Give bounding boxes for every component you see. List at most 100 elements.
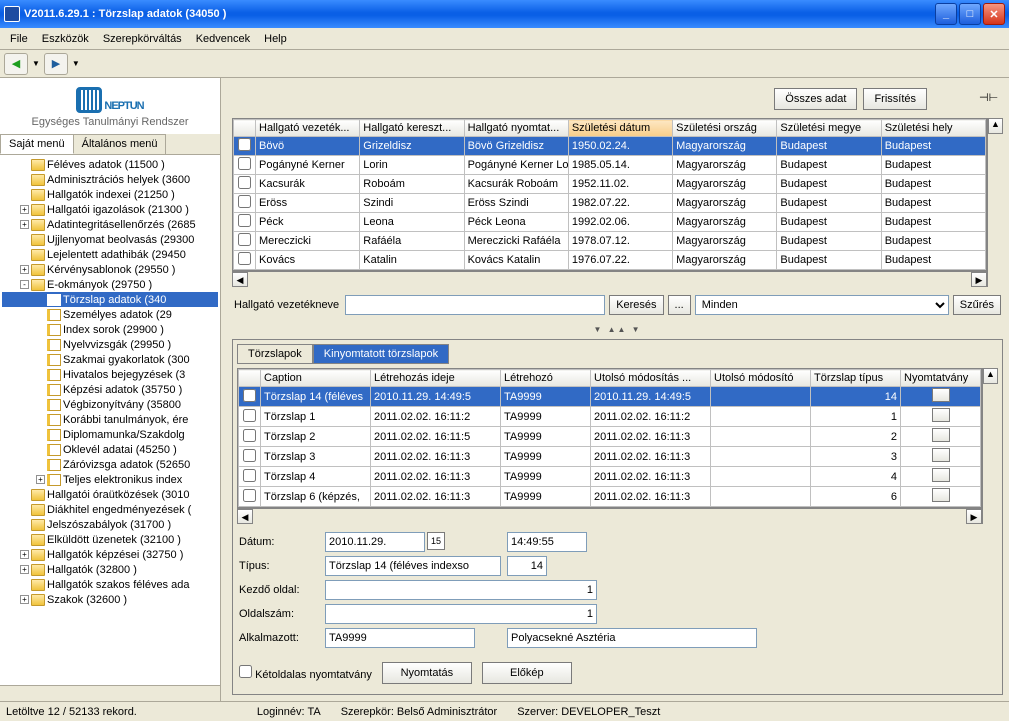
- tree-item[interactable]: Lejelentett adathibák (29450: [2, 247, 218, 262]
- table-row[interactable]: KovácsKatalinKovács Katalin1976.07.22.Ma…: [234, 251, 986, 270]
- tab-general-menu[interactable]: Általános menü: [73, 134, 167, 154]
- right-pane: Összes adat Frissítés ⊣⊢ Hallgató vezeté…: [226, 78, 1009, 701]
- left-tabs: Saját menü Általános menü: [0, 134, 220, 155]
- tree-item[interactable]: Képzési adatok (35750 ): [2, 382, 218, 397]
- sheets-grid[interactable]: CaptionLétrehozás idejeLétrehozóUtolsó m…: [237, 368, 982, 508]
- table-row[interactable]: ErössSzindiEröss Szindi1982.07.22.Magyar…: [234, 194, 986, 213]
- tree-item[interactable]: Jelszószabályok (31700 ): [2, 517, 218, 532]
- print-row: Kétoldalas nyomtatvány Nyomtatás Előkép: [237, 656, 998, 690]
- tree-item[interactable]: Index sorok (29900 ): [2, 322, 218, 337]
- date-input[interactable]: [325, 532, 425, 552]
- refresh-button[interactable]: Frissítés: [863, 88, 927, 110]
- tree-item[interactable]: Diákhitel engedményezések (: [2, 502, 218, 517]
- tree-item[interactable]: +Hallgatói igazolások (21300 ): [2, 202, 218, 217]
- tree-item[interactable]: Hallgatói óraütközések (3010: [2, 487, 218, 502]
- tab-sheets[interactable]: Törzslapok: [237, 344, 313, 364]
- tree-item[interactable]: Féléves adatok (11500 ): [2, 157, 218, 172]
- tree-item[interactable]: Diplomamunka/Szakdolg: [2, 427, 218, 442]
- table-row[interactable]: MereczickiRafáélaMereczicki Rafáéla1978.…: [234, 232, 986, 251]
- grid1-v-scrollbar[interactable]: ▲: [987, 118, 1003, 287]
- app-icon: [4, 6, 20, 22]
- employee-label: Alkalmazott:: [239, 632, 319, 644]
- maximize-button[interactable]: □: [959, 3, 981, 25]
- tree-item[interactable]: +Szakok (32600 ): [2, 592, 218, 607]
- tree-item[interactable]: +Hallgatók képzései (32750 ): [2, 547, 218, 562]
- tree-item[interactable]: Végbizonyítvány (35800: [2, 397, 218, 412]
- pin-icon[interactable]: ⊣⊢: [979, 91, 995, 107]
- menu-role[interactable]: Szerepkörváltás: [97, 31, 188, 47]
- date-label: Dátum:: [239, 536, 319, 548]
- table-row[interactable]: Pogányné KernerLorinPogányné Kerner Lo19…: [234, 156, 986, 175]
- table-row[interactable]: Törzslap 32011.02.02. 16:11:3TA99992011.…: [239, 447, 981, 467]
- tree-item[interactable]: +Kérvénysablonok (29550 ): [2, 262, 218, 277]
- back-button[interactable]: ◀: [4, 53, 28, 75]
- tree-item[interactable]: Korábbi tanulmányok, ére: [2, 412, 218, 427]
- tree-item[interactable]: Záróvizsga adatok (52650: [2, 457, 218, 472]
- search-button[interactable]: Keresés: [609, 295, 663, 315]
- table-row[interactable]: Törzslap 42011.02.02. 16:11:3TA99992011.…: [239, 467, 981, 487]
- table-row[interactable]: Törzslap 6 (képzés,2011.02.02. 16:11:3TA…: [239, 487, 981, 507]
- table-row[interactable]: Törzslap 12011.02.02. 16:11:2TA99992011.…: [239, 407, 981, 427]
- tree-view[interactable]: Féléves adatok (11500 )Adminisztrációs h…: [0, 155, 220, 685]
- calendar-button[interactable]: 15: [427, 532, 445, 550]
- forward-button[interactable]: ▶: [44, 53, 68, 75]
- table-row[interactable]: PéckLeonaPéck Leona1992.02.06.Magyarorsz…: [234, 213, 986, 232]
- status-bar: Letöltve 12 / 52133 rekord. Loginnév: TA…: [0, 701, 1009, 721]
- type-input[interactable]: [325, 556, 501, 576]
- preview-button[interactable]: Előkép: [482, 662, 572, 684]
- tree-item[interactable]: +Teljes elektronikus index: [2, 472, 218, 487]
- tree-item[interactable]: +Hallgatók (32800 ): [2, 562, 218, 577]
- tree-item[interactable]: Hallgatók szakos féléves ada: [2, 577, 218, 592]
- browse-button[interactable]: ...: [668, 295, 691, 315]
- tree-item[interactable]: Elküldött üzenetek (32100 ): [2, 532, 218, 547]
- all-data-button[interactable]: Összes adat: [774, 88, 857, 110]
- tree-item[interactable]: -E-okmányok (29750 ): [2, 277, 218, 292]
- tree-item[interactable]: Szakmai gyakorlatok (300: [2, 352, 218, 367]
- grid2-h-scrollbar[interactable]: ◀▶: [237, 508, 982, 524]
- tree-item[interactable]: Hivatalos bejegyzések (3: [2, 367, 218, 382]
- tree-item[interactable]: Oklevél adatai (45250 ): [2, 442, 218, 457]
- collapse-handle[interactable]: ▼ ▲▲ ▼: [232, 323, 1003, 335]
- grid1-h-scrollbar[interactable]: ◀▶: [232, 271, 987, 287]
- grid2-v-scrollbar[interactable]: ▲: [982, 368, 998, 524]
- pagecount-label: Oldalszám:: [239, 608, 319, 620]
- table-row[interactable]: Törzslap 14 (féléves2010.11.29. 14:49:5T…: [239, 387, 981, 407]
- print-button[interactable]: Nyomtatás: [382, 662, 472, 684]
- tree-item[interactable]: +Adatintegritásellenőrzés (2685: [2, 217, 218, 232]
- type-num-input[interactable]: [507, 556, 547, 576]
- menu-help[interactable]: Help: [258, 31, 293, 47]
- tree-item[interactable]: Hallgatók indexei (21250 ): [2, 187, 218, 202]
- tree-item[interactable]: Ujjlenyomat beolvasás (29300: [2, 232, 218, 247]
- employee-code-input[interactable]: [325, 628, 475, 648]
- menu-tools[interactable]: Eszközök: [36, 31, 95, 47]
- menu-file[interactable]: File: [4, 31, 34, 47]
- tree-h-scrollbar[interactable]: [0, 685, 220, 701]
- close-button[interactable]: ✕: [983, 3, 1005, 25]
- status-server: Szerver: DEVELOPER_Teszt: [517, 706, 660, 718]
- menu-fav[interactable]: Kedvencek: [190, 31, 256, 47]
- detail-tabs: Törzslapok Kinyomtatott törzslapok: [237, 344, 998, 364]
- tree-item[interactable]: Adminisztrációs helyek (3600: [2, 172, 218, 187]
- status-records: Letöltve 12 / 52133 rekord.: [6, 706, 137, 718]
- tree-item[interactable]: Személyes adatok (29: [2, 307, 218, 322]
- minimize-button[interactable]: _: [935, 3, 957, 25]
- time-input[interactable]: [507, 532, 587, 552]
- menu-bar: File Eszközök Szerepkörváltás Kedvencek …: [0, 28, 1009, 50]
- filter-input[interactable]: [345, 295, 605, 315]
- table-row[interactable]: Törzslap 22011.02.02. 16:11:5TA99992011.…: [239, 427, 981, 447]
- table-row[interactable]: BövöGrizeldiszBövö Grizeldisz1950.02.24.…: [234, 137, 986, 156]
- table-row[interactable]: KacsurákRoboámKacsurák Roboám1952.11.02.…: [234, 175, 986, 194]
- status-login: Loginnév: TA: [257, 706, 321, 718]
- filter-button[interactable]: Szűrés: [953, 295, 1001, 315]
- tree-item[interactable]: Nyelvvizsgák (29950 ): [2, 337, 218, 352]
- students-grid[interactable]: Hallgató vezeték...Hallgató kereszt...Ha…: [232, 118, 987, 271]
- tab-printed-sheets[interactable]: Kinyomtatott törzslapok: [313, 344, 449, 364]
- filter-dropdown[interactable]: Minden: [695, 295, 949, 315]
- twosided-checkbox[interactable]: Kétoldalas nyomtatvány: [239, 665, 372, 681]
- tree-item[interactable]: Törzslap adatok (340: [2, 292, 218, 307]
- pagecount-input[interactable]: [325, 604, 597, 624]
- employee-name-input[interactable]: [507, 628, 757, 648]
- tab-own-menu[interactable]: Saját menü: [0, 134, 74, 154]
- startpage-input[interactable]: [325, 580, 597, 600]
- nav-toolbar: ◀▼ ▶▼: [0, 50, 1009, 78]
